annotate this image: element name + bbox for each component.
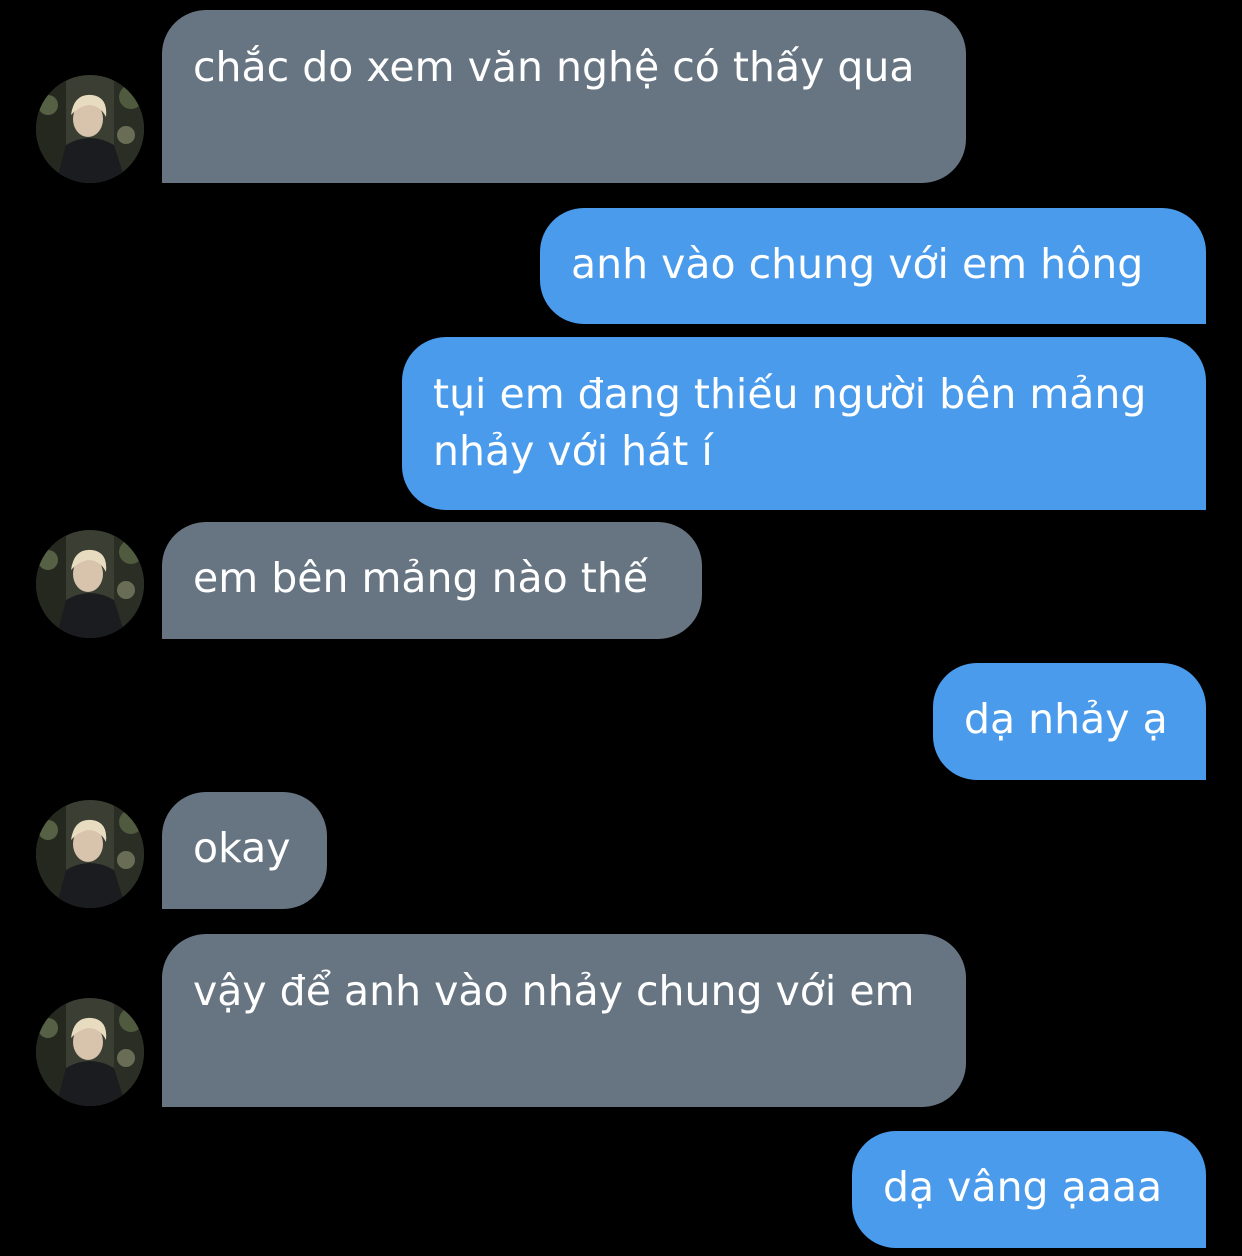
avatar-photo-icon — [36, 800, 144, 908]
message-text: anh vào chung với em hông — [571, 240, 1144, 288]
message-bubble-incoming[interactable]: okay — [162, 792, 327, 909]
message-bubble-outgoing[interactable]: tụi em đang thiếu người bên mảng nhảy vớ… — [402, 337, 1206, 510]
message-bubble-outgoing[interactable]: anh vào chung với em hông — [540, 208, 1206, 324]
message-bubble-incoming[interactable]: vậy để anh vào nhảy chung với em — [162, 934, 966, 1107]
avatar[interactable] — [36, 75, 144, 183]
avatar-photo-icon — [36, 75, 144, 183]
avatar-photo-icon — [36, 530, 144, 638]
message-bubble-outgoing[interactable]: dạ vâng ạaaa — [852, 1131, 1206, 1248]
avatar[interactable] — [36, 530, 144, 638]
avatar[interactable] — [36, 800, 144, 908]
message-bubble-outgoing[interactable]: dạ nhảy ạ — [933, 663, 1206, 780]
message-text: tụi em đang thiếu người bên mảng nhảy vớ… — [433, 370, 1147, 475]
message-text: vậy để anh vào nhảy chung với em — [193, 967, 915, 1015]
message-text: dạ nhảy ạ — [964, 695, 1168, 743]
message-text: dạ vâng ạaaa — [883, 1163, 1163, 1211]
avatar-photo-icon — [36, 998, 144, 1106]
message-bubble-incoming[interactable]: em bên mảng nào thế — [162, 522, 702, 639]
avatar[interactable] — [36, 998, 144, 1106]
message-text: okay — [193, 824, 291, 872]
message-text: chắc do xem văn nghệ có thấy qua — [193, 43, 915, 91]
message-bubble-incoming[interactable]: chắc do xem văn nghệ có thấy qua — [162, 10, 966, 183]
message-text: em bên mảng nào thế — [193, 554, 649, 602]
